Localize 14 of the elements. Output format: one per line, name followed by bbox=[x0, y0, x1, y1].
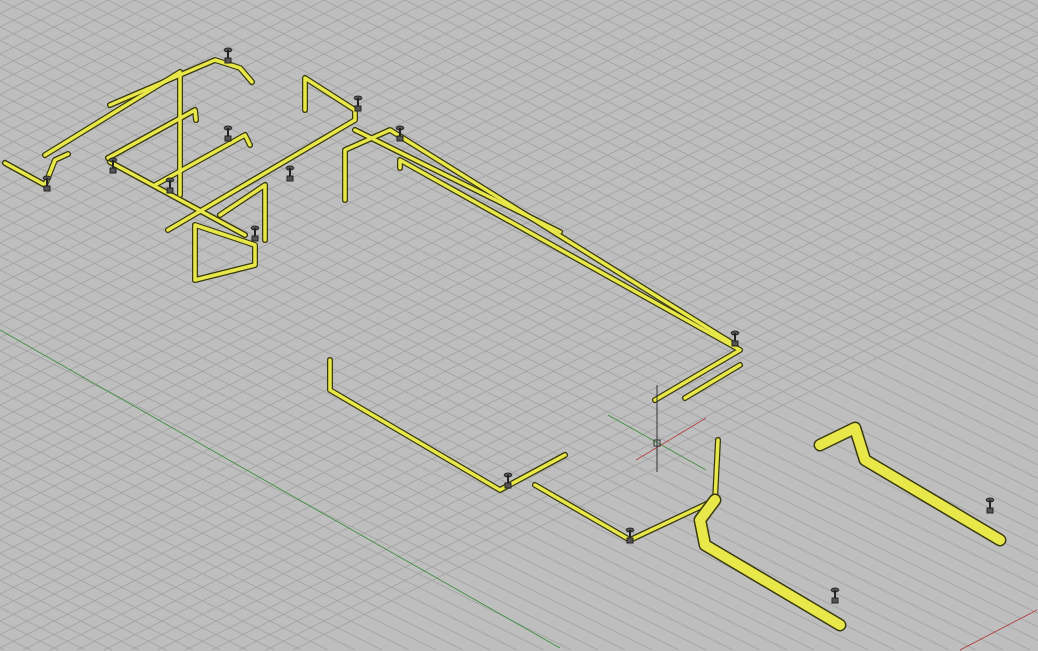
valve-icon bbox=[353, 95, 363, 112]
valve-icon bbox=[165, 177, 175, 194]
valve-icon bbox=[730, 330, 740, 347]
valve-icon bbox=[395, 125, 405, 142]
valve-icon bbox=[285, 165, 295, 182]
valve-icon bbox=[830, 587, 840, 604]
valve-icon bbox=[108, 157, 118, 174]
valve-icon bbox=[42, 175, 52, 192]
valve-icon bbox=[250, 225, 260, 242]
valve-icon bbox=[985, 497, 995, 514]
valve-icon bbox=[223, 47, 233, 64]
valve-icon bbox=[503, 472, 513, 489]
valve-icon bbox=[223, 125, 233, 142]
valve-icon bbox=[625, 527, 635, 544]
